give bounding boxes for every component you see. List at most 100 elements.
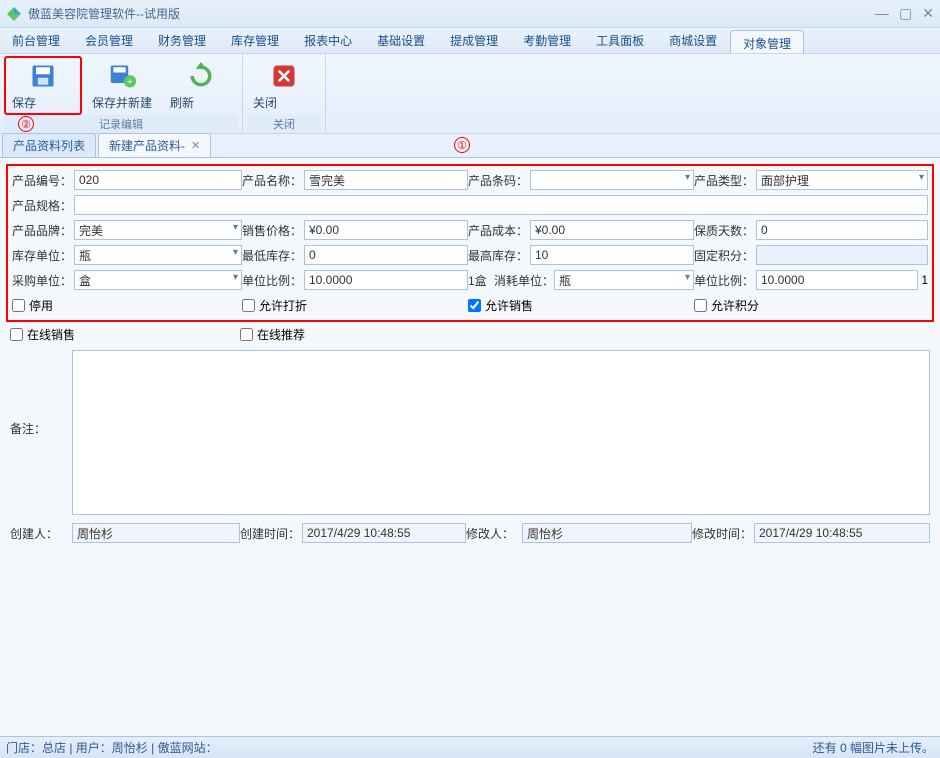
close-window-button[interactable]: ✕ xyxy=(922,5,934,22)
titlebar: 傲蓝美容院管理软件--试用版 — ▢ ✕ xyxy=(0,0,940,28)
refresh-label: 刷新 xyxy=(170,94,232,111)
stock-unit-label: 库存单位： xyxy=(12,247,74,264)
remarks-label: 备注： xyxy=(10,350,72,515)
ribbon-group-edit: 保存 + 保存并新建 刷新 记录编辑 xyxy=(0,54,243,133)
marker-2: ② xyxy=(18,116,34,132)
save-icon xyxy=(27,60,59,92)
allow-discount-label: 允许打折 xyxy=(259,297,307,314)
cost-input[interactable] xyxy=(530,220,694,240)
menu-finance[interactable]: 财务管理 xyxy=(146,28,219,53)
online-recommend-label: 在线推荐 xyxy=(257,326,305,343)
menu-mall[interactable]: 商城设置 xyxy=(657,28,730,53)
menu-tools[interactable]: 工具面板 xyxy=(584,28,657,53)
disabled-checkbox[interactable]: 停用 xyxy=(12,297,53,314)
save-and-new-button[interactable]: + 保存并新建 xyxy=(86,56,160,115)
product-name-input[interactable] xyxy=(304,170,468,190)
menu-object[interactable]: 对象管理 xyxy=(730,30,804,53)
highlighted-form-section: 产品编号： 产品名称： 产品条码： 产品类型： 产品规格： 产品品牌： 销售价格… xyxy=(6,164,934,322)
menu-basic[interactable]: 基础设置 xyxy=(365,28,438,53)
max-stock-input[interactable] xyxy=(530,245,694,265)
barcode-label: 产品条码： xyxy=(468,172,530,189)
unit-ratio2-label: 单位比例： xyxy=(694,272,756,289)
create-time-field xyxy=(302,523,466,543)
allow-points-label: 允许积分 xyxy=(711,297,759,314)
fixed-points-input[interactable] xyxy=(756,245,928,265)
allow-discount-checkbox[interactable]: 允许打折 xyxy=(242,297,307,314)
min-stock-input[interactable] xyxy=(304,245,468,265)
modifier-field xyxy=(522,523,692,543)
app-icon xyxy=(6,6,22,22)
remarks-textarea[interactable] xyxy=(72,350,930,515)
shelf-days-label: 保质天数： xyxy=(694,222,756,239)
barcode-input[interactable] xyxy=(530,170,694,190)
statusbar: 门店：总店 | 用户：周怡杉 | 傲蓝网站： 还有 0 幅图片未上传。 xyxy=(0,736,940,758)
maximize-button[interactable]: ▢ xyxy=(899,5,912,22)
shelf-days-input[interactable] xyxy=(756,220,928,240)
disabled-label: 停用 xyxy=(29,297,53,314)
one-box-label: 1盒 xyxy=(468,272,494,289)
cost-label: 产品成本： xyxy=(468,222,530,239)
sale-price-input[interactable] xyxy=(304,220,468,240)
status-right: 还有 0 幅图片未上传。 xyxy=(813,739,934,756)
save-new-icon: + xyxy=(107,60,139,92)
menu-attendance[interactable]: 考勤管理 xyxy=(511,28,584,53)
product-name-label: 产品名称： xyxy=(242,172,304,189)
sale-price-label: 销售价格： xyxy=(242,222,304,239)
refresh-icon xyxy=(185,60,217,92)
ribbon-group-close-label: 关闭 xyxy=(247,115,321,133)
purchase-unit-label: 采购单位： xyxy=(12,272,74,289)
ribbon-group-edit-label: 记录编辑 xyxy=(4,115,238,133)
tab-product-list[interactable]: 产品资料列表 xyxy=(2,133,96,157)
modify-time-field xyxy=(754,523,930,543)
brand-label: 产品品牌： xyxy=(12,222,74,239)
creator-label: 创建人： xyxy=(10,525,72,542)
window-title: 傲蓝美容院管理软件--试用版 xyxy=(28,5,875,22)
tab-close-icon[interactable]: ✕ xyxy=(191,139,200,152)
allow-points-checkbox[interactable]: 允许积分 xyxy=(694,297,759,314)
menu-commission[interactable]: 提成管理 xyxy=(438,28,511,53)
online-recommend-checkbox[interactable]: 在线推荐 xyxy=(240,326,305,343)
save-new-label: 保存并新建 xyxy=(92,94,154,111)
unit-ratio-label: 单位比例： xyxy=(242,272,304,289)
create-time-label: 创建时间： xyxy=(240,525,302,542)
menubar: 前台管理 会员管理 财务管理 库存管理 报表中心 基础设置 提成管理 考勤管理 … xyxy=(0,28,940,54)
product-type-select[interactable] xyxy=(756,170,928,190)
menu-inventory[interactable]: 库存管理 xyxy=(219,28,292,53)
svg-text:+: + xyxy=(127,76,133,88)
minimize-button[interactable]: — xyxy=(875,5,889,22)
tab-new-product[interactable]: 新建产品资料- ✕ xyxy=(98,133,211,157)
spec-input[interactable] xyxy=(74,195,928,215)
unit-ratio-input[interactable] xyxy=(304,270,468,290)
product-code-input[interactable] xyxy=(74,170,242,190)
consume-unit-label: 消耗单位： xyxy=(494,272,554,289)
modify-time-label: 修改时间： xyxy=(692,525,754,542)
menu-report[interactable]: 报表中心 xyxy=(292,28,365,53)
menu-frontdesk[interactable]: 前台管理 xyxy=(0,28,73,53)
allow-sale-label: 允许销售 xyxy=(485,297,533,314)
online-sale-checkbox[interactable]: 在线销售 xyxy=(10,326,75,343)
ribbon: 保存 + 保存并新建 刷新 记录编辑 关闭 xyxy=(0,54,940,134)
allow-sale-checkbox[interactable]: 允许销售 xyxy=(468,297,533,314)
one-suffix: 1 xyxy=(918,273,928,287)
spec-label: 产品规格： xyxy=(12,197,74,214)
ribbon-group-close: 关闭 关闭 xyxy=(243,54,326,133)
consume-unit-select[interactable] xyxy=(554,270,694,290)
min-stock-label: 最低库存： xyxy=(242,247,304,264)
tab-product-list-label: 产品资料列表 xyxy=(13,137,85,154)
unit-ratio2-input[interactable] xyxy=(756,270,918,290)
purchase-unit-select[interactable] xyxy=(74,270,242,290)
max-stock-label: 最高库存： xyxy=(468,247,530,264)
close-button[interactable]: 关闭 xyxy=(247,56,321,115)
refresh-button[interactable]: 刷新 xyxy=(164,56,238,115)
menu-member[interactable]: 会员管理 xyxy=(73,28,146,53)
marker-1: ① xyxy=(454,137,470,153)
tab-new-product-label: 新建产品资料- xyxy=(109,137,185,154)
save-label: 保存 xyxy=(12,94,74,111)
brand-select[interactable] xyxy=(74,220,242,240)
stock-unit-select[interactable] xyxy=(74,245,242,265)
product-code-label: 产品编号： xyxy=(12,172,74,189)
tabstrip: 产品资料列表 新建产品资料- ✕ ① xyxy=(0,134,940,158)
product-type-label: 产品类型： xyxy=(694,172,756,189)
save-button[interactable]: 保存 xyxy=(4,56,82,115)
fixed-points-label: 固定积分： xyxy=(694,247,756,264)
